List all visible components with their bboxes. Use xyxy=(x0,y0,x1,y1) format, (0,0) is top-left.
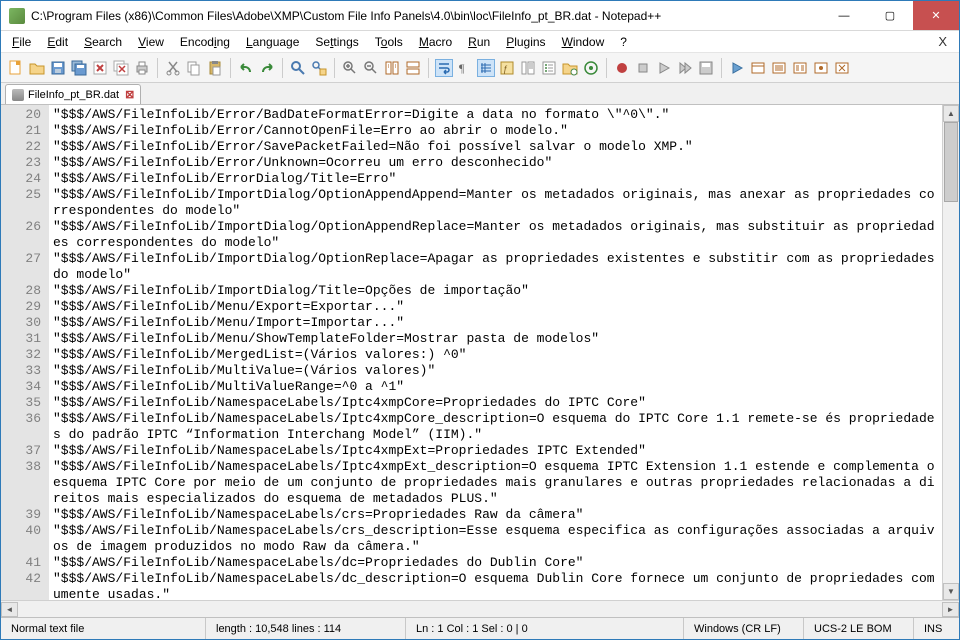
extra-3-icon[interactable] xyxy=(770,59,788,77)
scroll-left-button[interactable]: ◄ xyxy=(1,602,18,617)
statusbar: Normal text file length : 10,548 lines :… xyxy=(1,617,959,639)
zoom-out-icon[interactable] xyxy=(362,59,380,77)
macro-save-icon[interactable] xyxy=(697,59,715,77)
indent-guide-icon[interactable] xyxy=(477,59,495,77)
undo-icon[interactable] xyxy=(237,59,255,77)
macro-stop-icon[interactable] xyxy=(634,59,652,77)
close-all-icon[interactable] xyxy=(112,59,130,77)
code-editor[interactable]: "$$$/AWS/FileInfoLib/Error/BadDateFormat… xyxy=(49,105,942,600)
extra-1-icon[interactable] xyxy=(728,59,746,77)
horizontal-scrollbar[interactable]: ◄ ► xyxy=(1,600,959,617)
menu-tools[interactable]: Tools xyxy=(368,33,410,51)
save-all-icon[interactable] xyxy=(70,59,88,77)
menu-search[interactable]: Search xyxy=(77,33,129,51)
minimize-button[interactable]: — xyxy=(821,1,867,30)
macro-play-icon[interactable] xyxy=(655,59,673,77)
open-file-icon[interactable] xyxy=(28,59,46,77)
app-icon xyxy=(9,8,25,24)
tab-close-icon[interactable]: ⊠ xyxy=(125,88,134,101)
document-tab[interactable]: FileInfo_pt_BR.dat ⊠ xyxy=(5,84,141,104)
extra-5-icon[interactable] xyxy=(812,59,830,77)
status-position: Ln : 1 Col : 1 Sel : 0 | 0 xyxy=(406,618,684,639)
extra-2-icon[interactable] xyxy=(749,59,767,77)
toolbar: ¶ ƒ xyxy=(1,53,959,83)
menu-x-button[interactable]: X xyxy=(930,32,955,51)
status-length: length : 10,548 lines : 114 xyxy=(206,618,406,639)
copy-icon[interactable] xyxy=(185,59,203,77)
menu-help[interactable]: ? xyxy=(613,33,634,51)
window-title: C:\Program Files (x86)\Common Files\Adob… xyxy=(31,9,821,23)
scroll-down-button[interactable]: ▼ xyxy=(943,583,959,600)
vertical-scrollbar[interactable]: ▲ ▼ xyxy=(942,105,959,600)
menu-settings[interactable]: Settings xyxy=(308,33,365,51)
menu-view[interactable]: View xyxy=(131,33,171,51)
find-icon[interactable] xyxy=(289,59,307,77)
show-chars-icon[interactable]: ¶ xyxy=(456,59,474,77)
status-encoding[interactable]: UCS-2 LE BOM xyxy=(804,618,914,639)
replace-icon[interactable] xyxy=(310,59,328,77)
sync-h-icon[interactable] xyxy=(404,59,422,77)
doc-map-icon[interactable] xyxy=(519,59,537,77)
menu-run[interactable]: Run xyxy=(461,33,497,51)
zoom-in-icon[interactable] xyxy=(341,59,359,77)
extra-4-icon[interactable] xyxy=(791,59,809,77)
redo-icon[interactable] xyxy=(258,59,276,77)
menu-language[interactable]: Language xyxy=(239,33,306,51)
paste-icon[interactable] xyxy=(206,59,224,77)
status-filetype: Normal text file xyxy=(1,618,206,639)
scroll-up-button[interactable]: ▲ xyxy=(943,105,959,122)
line-number-gutter: 2021222324252627282930313233343536373839… xyxy=(1,105,49,600)
new-file-icon[interactable] xyxy=(7,59,25,77)
folder-workspace-icon[interactable] xyxy=(561,59,579,77)
menu-macro[interactable]: Macro xyxy=(412,33,459,51)
scroll-right-button[interactable]: ► xyxy=(942,602,959,617)
close-button[interactable]: ✕ xyxy=(913,1,959,30)
titlebar: C:\Program Files (x86)\Common Files\Adob… xyxy=(1,1,959,31)
save-icon[interactable] xyxy=(49,59,67,77)
menu-window[interactable]: Window xyxy=(555,33,612,51)
print-icon[interactable] xyxy=(133,59,151,77)
scroll-thumb[interactable] xyxy=(944,122,958,202)
word-wrap-icon[interactable] xyxy=(435,59,453,77)
svg-text:ƒ: ƒ xyxy=(503,64,508,74)
macro-record-icon[interactable] xyxy=(613,59,631,77)
file-icon xyxy=(12,89,24,101)
monitor-icon[interactable] xyxy=(582,59,600,77)
editor-area: 2021222324252627282930313233343536373839… xyxy=(1,105,959,617)
macro-play-multi-icon[interactable] xyxy=(676,59,694,77)
extra-6-icon[interactable] xyxy=(833,59,851,77)
maximize-button[interactable]: ▢ xyxy=(867,1,913,30)
close-file-icon[interactable] xyxy=(91,59,109,77)
menu-plugins[interactable]: Plugins xyxy=(499,33,552,51)
func-list-icon[interactable] xyxy=(540,59,558,77)
tab-label: FileInfo_pt_BR.dat xyxy=(28,89,119,101)
menu-edit[interactable]: Edit xyxy=(40,33,75,51)
menubar: File Edit Search View Encoding Language … xyxy=(1,31,959,53)
status-eol[interactable]: Windows (CR LF) xyxy=(684,618,804,639)
svg-text:¶: ¶ xyxy=(459,61,465,75)
menu-encoding[interactable]: Encoding xyxy=(173,33,237,51)
cut-icon[interactable] xyxy=(164,59,182,77)
window-controls: — ▢ ✕ xyxy=(821,1,959,30)
user-lang-icon[interactable]: ƒ xyxy=(498,59,516,77)
status-insert-mode[interactable]: INS xyxy=(914,618,959,639)
sync-v-icon[interactable] xyxy=(383,59,401,77)
tabbar: FileInfo_pt_BR.dat ⊠ xyxy=(1,83,959,105)
menu-file[interactable]: File xyxy=(5,33,38,51)
